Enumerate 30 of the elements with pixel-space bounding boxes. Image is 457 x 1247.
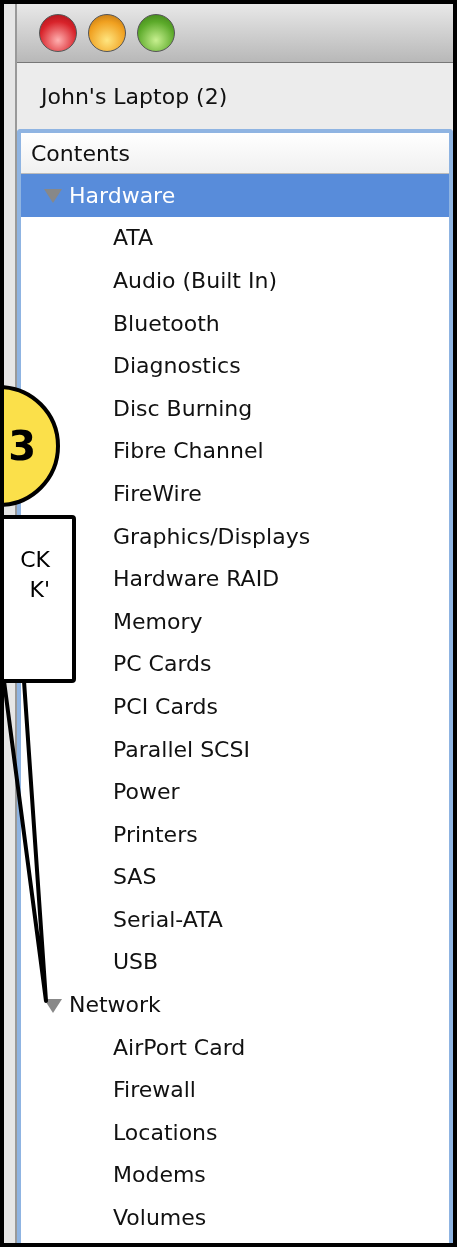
- outline-item[interactable]: Firewall: [109, 1068, 449, 1112]
- outline-item[interactable]: Parallel SCSI: [109, 727, 449, 771]
- outline-item[interactable]: Locations: [109, 1111, 449, 1154]
- outline-item[interactable]: PCI Cards: [109, 685, 449, 728]
- outline-item[interactable]: Printers: [109, 812, 449, 856]
- outline-item[interactable]: Volumes: [109, 1196, 449, 1239]
- outline-item[interactable]: Power: [109, 770, 449, 813]
- outline-item[interactable]: Bluetooth: [109, 301, 449, 345]
- outline-item[interactable]: Fibre Channel: [109, 429, 449, 473]
- outline-item[interactable]: SAS: [109, 855, 449, 899]
- outline-item[interactable]: Diagnostics: [109, 344, 449, 387]
- outline-item[interactable]: Memory: [109, 599, 449, 643]
- outline-item[interactable]: Modems: [109, 1153, 449, 1197]
- minimize-button[interactable]: [88, 14, 126, 52]
- outline-item[interactable]: Disc Burning: [109, 386, 449, 430]
- device-name: John's Laptop (2): [39, 82, 229, 111]
- outline-item[interactable]: Graphics/Displays: [109, 514, 449, 558]
- close-button[interactable]: [39, 14, 77, 52]
- outline-item[interactable]: Network: [21, 983, 449, 1026]
- bubble-text: K': [29, 576, 50, 604]
- outline-item[interactable]: PC Cards: [109, 642, 449, 686]
- outline-item[interactable]: Audio (Built In): [109, 259, 449, 302]
- outline-item[interactable]: AirPort Card: [109, 1025, 449, 1069]
- outline-item[interactable]: Hardware RAID: [109, 557, 449, 600]
- outline-item[interactable]: ATA: [109, 216, 449, 260]
- bubble-text: CK: [20, 546, 50, 574]
- outline-item[interactable]: Serial-ATA: [109, 898, 449, 941]
- zoom-button[interactable]: [137, 14, 175, 52]
- outline-item[interactable]: USB: [109, 940, 449, 984]
- outline-item[interactable]: FireWire: [109, 472, 449, 515]
